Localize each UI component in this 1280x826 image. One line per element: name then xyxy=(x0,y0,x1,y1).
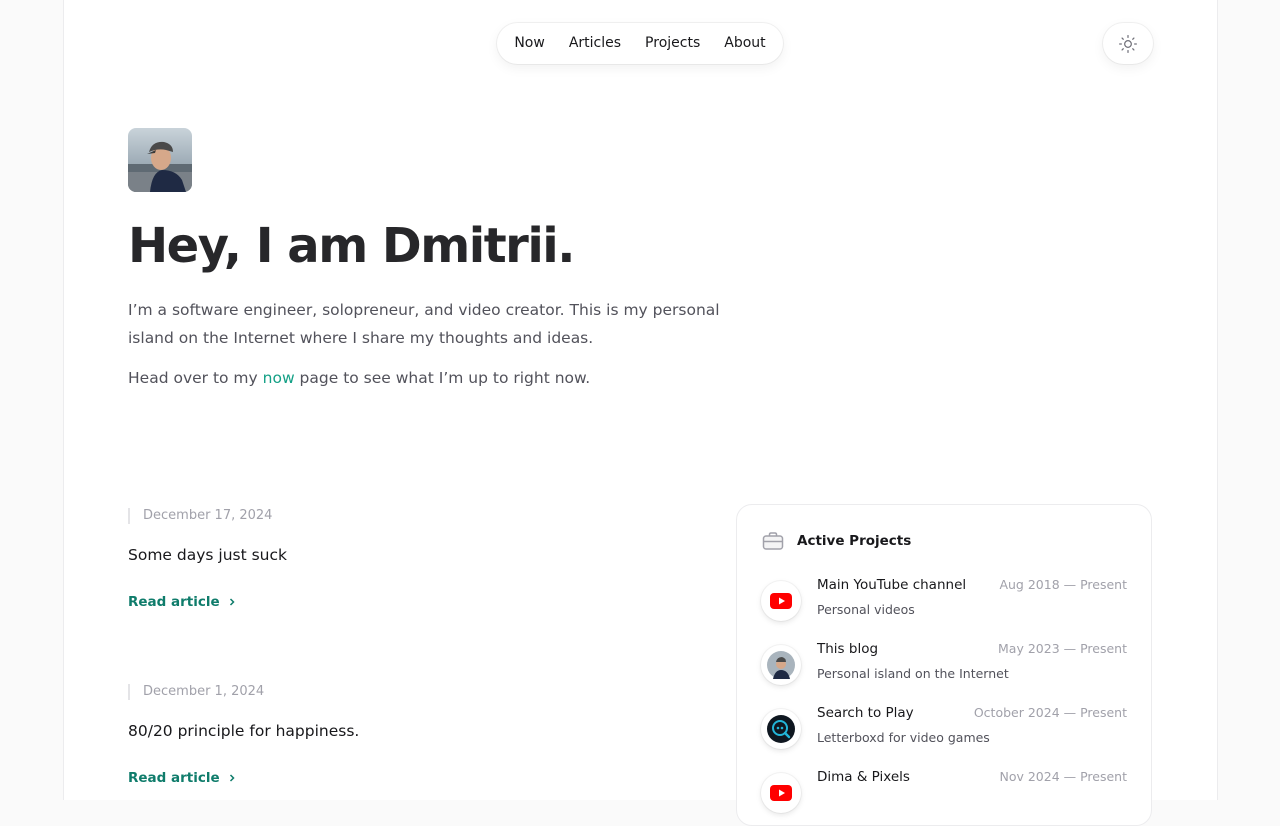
project-name: Search to Play xyxy=(817,705,914,721)
article-date: December 17, 2024 xyxy=(128,508,688,524)
project-period: Aug 2018 — Present xyxy=(999,577,1127,592)
project-logo xyxy=(761,709,801,749)
chevron-right-icon xyxy=(229,774,235,782)
nav-now[interactable]: Now xyxy=(502,23,557,64)
article-date: December 1, 2024 xyxy=(128,684,688,700)
project-item[interactable]: This blog Personal island on the Interne… xyxy=(761,641,1127,687)
projects-header: Active Projects xyxy=(761,529,911,553)
project-name: Main YouTube channel xyxy=(817,577,967,593)
nav-about[interactable]: About xyxy=(712,23,777,64)
active-projects-card: Active Projects Main YouTube channel Per… xyxy=(736,504,1152,826)
avatar-icon xyxy=(767,651,795,679)
briefcase-icon xyxy=(762,532,784,550)
now-callout: Head over to my now page to see what I’m… xyxy=(128,364,768,392)
avatar xyxy=(128,128,192,192)
project-period: October 2024 — Present xyxy=(973,705,1127,720)
intro-text: I’m a software engineer, solopreneur, an… xyxy=(128,301,720,347)
project-item[interactable]: Search to Play Letterboxd for video game… xyxy=(761,705,1127,751)
youtube-icon xyxy=(770,785,792,801)
project-logo xyxy=(761,581,801,621)
youtube-icon xyxy=(770,593,792,609)
nav-projects[interactable]: Projects xyxy=(633,23,712,64)
sun-icon xyxy=(1119,34,1137,53)
read-article-link[interactable]: Read article xyxy=(128,769,236,787)
now-suffix: page to see what I’m up to right now. xyxy=(294,369,591,387)
read-article-link[interactable]: Read article xyxy=(128,593,236,611)
article-title[interactable]: Some days just suck xyxy=(128,544,688,566)
now-prefix: Head over to my xyxy=(128,369,263,387)
nav-articles[interactable]: Articles xyxy=(557,23,633,64)
projects-heading: Active Projects xyxy=(797,533,912,549)
read-article-label: Read article xyxy=(128,770,220,786)
now-link[interactable]: now xyxy=(263,369,295,387)
theme-toggle-button[interactable] xyxy=(1103,23,1153,64)
main-nav: Now Articles Projects About xyxy=(497,23,783,64)
project-item[interactable]: Main YouTube channel Personal videos Aug… xyxy=(761,577,1127,623)
article-card: December 17, 2024 Some days just suck Re… xyxy=(128,508,688,611)
project-description: Personal island on the Internet xyxy=(817,666,1009,681)
page-title: Hey, I am Dmitrii. xyxy=(128,218,576,274)
project-description: Letterboxd for video games xyxy=(817,730,990,745)
project-item[interactable]: Dima & Pixels Nov 2024 — Present xyxy=(761,769,1127,815)
read-article-label: Read article xyxy=(128,594,220,610)
project-logo xyxy=(761,773,801,813)
project-name: This blog xyxy=(817,641,879,657)
search-to-play-icon xyxy=(767,715,795,743)
project-period: May 2023 — Present xyxy=(998,641,1127,656)
chevron-right-icon xyxy=(229,598,235,606)
project-logo xyxy=(761,645,801,685)
project-period: Nov 2024 — Present xyxy=(999,769,1127,784)
project-description: Personal videos xyxy=(817,602,915,617)
article-card: December 1, 2024 80/20 principle for hap… xyxy=(128,684,688,787)
article-title[interactable]: 80/20 principle for happiness. xyxy=(128,720,688,742)
project-name: Dima & Pixels xyxy=(817,769,910,785)
